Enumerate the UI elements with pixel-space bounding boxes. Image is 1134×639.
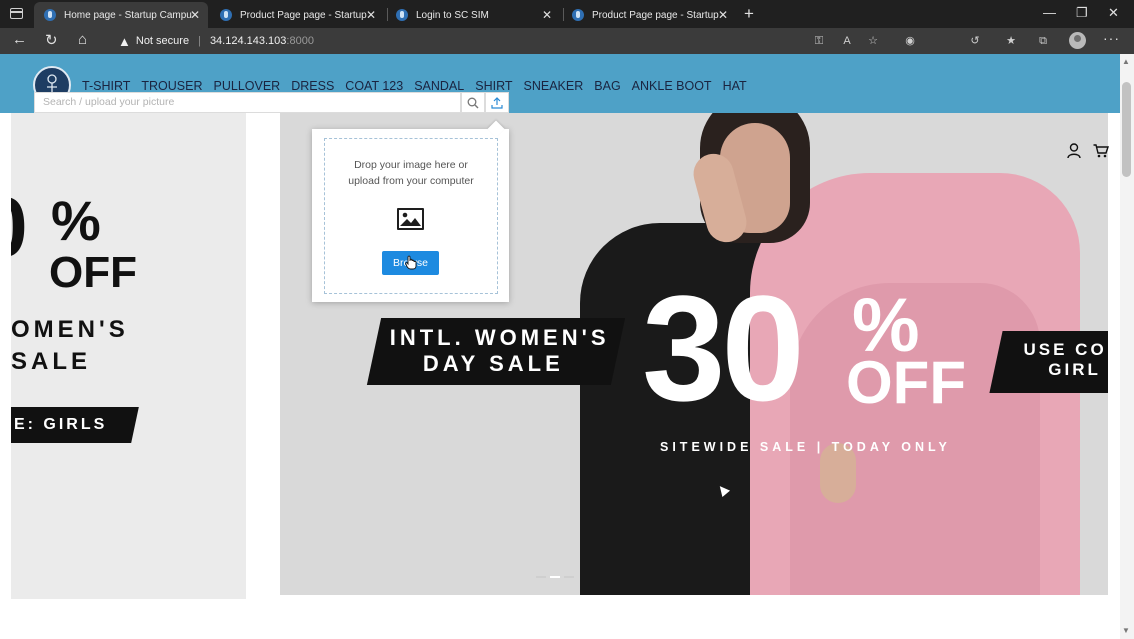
image-placeholder-icon (397, 208, 424, 230)
tab-close-icon[interactable]: ✕ (542, 8, 552, 22)
window-close-icon[interactable]: ✕ (1108, 5, 1119, 21)
nav-item-dress[interactable]: DRESS (291, 79, 334, 93)
profile-avatar-icon[interactable] (1069, 32, 1086, 49)
tab-close-icon[interactable]: ✕ (718, 8, 728, 22)
new-tab-icon[interactable]: + (744, 4, 754, 24)
discount-off-label: OFF (846, 349, 966, 416)
tab-title: Product Page page - Startup Ca (240, 9, 368, 21)
promo-code-tag: USE CO GIRL (989, 331, 1108, 393)
sale-tag-line1: INTL. WOMEN'S (389, 325, 610, 350)
nav-item-trouser[interactable]: TROUSER (141, 79, 202, 93)
tab-close-icon[interactable]: ✕ (366, 8, 376, 22)
tab-title: Home page - Startup Campus e (64, 9, 192, 21)
nav-item-hat[interactable]: HAT (723, 79, 747, 93)
tab-title: Product Page page - Startup Ca (592, 9, 720, 21)
minimize-icon[interactable]: — (1043, 5, 1056, 20)
favorites-icon[interactable]: ★ (1004, 34, 1018, 48)
nav-item-coat[interactable]: COAT 123 (345, 79, 403, 93)
tab-actions-icon[interactable] (10, 8, 23, 19)
nav-item-t-shirt[interactable]: T-SHIRT (82, 79, 130, 93)
scroll-up-icon[interactable]: ▲ (1122, 57, 1130, 66)
sitewide-sale-text: SITEWIDE SALE | TODAY ONLY (660, 440, 951, 454)
site-favicon-icon (396, 9, 408, 21)
add-favorite-icon[interactable]: ☆ (866, 34, 880, 48)
hero-left-percent-number: 0 (11, 185, 28, 269)
restore-icon[interactable]: ❐ (1076, 5, 1088, 21)
back-icon[interactable]: ← (12, 31, 27, 48)
upload-icon (491, 96, 503, 109)
hero-left-line1: OMEN'S (11, 316, 129, 343)
hero-left-line2: SALE (11, 348, 92, 375)
category-nav: T-SHIRT TROUSER PULLOVER DRESS COAT 123 … (82, 79, 747, 93)
promo-code-line1: USE CO (1023, 340, 1107, 359)
hero-slide-previous: 0 % OFF OMEN'S SALE E: GIRLS (11, 113, 246, 599)
home-icon[interactable]: ⌂ (78, 31, 87, 48)
browser-tab-strip: Home page - Startup Campus e ✕ Product P… (0, 0, 1134, 28)
tab-title: Login to SC SIM (416, 9, 489, 21)
upload-image-button[interactable] (485, 92, 509, 113)
nav-item-pullover[interactable]: PULLOVER (214, 79, 281, 93)
hero-left-percent-sign: % (51, 189, 101, 252)
scrollbar-thumb[interactable] (1122, 82, 1131, 177)
shopping-cart-icon[interactable] (1093, 144, 1109, 158)
tab-close-icon[interactable]: ✕ (190, 8, 200, 22)
warning-icon[interactable]: ▲ (118, 34, 131, 49)
drop-instructions: Drop your image here or upload from your… (324, 157, 498, 189)
nav-item-sandal[interactable]: SANDAL (414, 79, 464, 93)
sale-tag-line2: DAY SALE (422, 351, 564, 376)
password-key-icon[interactable]: ⚿ (812, 34, 826, 48)
collections-icon[interactable]: ⧉ (1036, 34, 1050, 48)
promo-code-line2: GIRL (1048, 360, 1101, 379)
scroll-down-icon[interactable]: ▼ (1122, 626, 1130, 635)
browser-toolbar: ← ↻ ⌂ ▲ Not secure | 34.124.143.103:8000… (0, 28, 1134, 54)
nav-item-ankle-boot[interactable]: ANKLE BOOT (632, 79, 712, 93)
hero-left-code-text: E: GIRLS (13, 416, 108, 433)
more-menu-icon[interactable]: ··· (1103, 30, 1120, 46)
site-favicon-icon (220, 9, 232, 21)
reload-icon[interactable]: ↻ (45, 31, 58, 49)
user-account-icon[interactable] (1067, 143, 1081, 159)
tab-home-page[interactable]: Home page - Startup Campus e ✕ (34, 2, 208, 28)
carousel-dot-active[interactable] (550, 576, 560, 578)
tab-login[interactable]: Login to SC SIM ✕ (386, 2, 560, 28)
search-button[interactable] (461, 92, 485, 113)
search-box (34, 92, 461, 113)
site-favicon-icon (572, 9, 584, 21)
drop-instructions-line2: upload from your computer (348, 175, 474, 187)
refresh-extension-icon[interactable]: ↺ (968, 34, 982, 48)
carousel-dot[interactable] (536, 576, 546, 578)
nav-item-shirt[interactable]: SHIRT (475, 79, 512, 93)
address-divider: | (198, 35, 201, 47)
sale-tag: INTL. WOMEN'S DAY SALE (366, 318, 626, 385)
security-label[interactable]: Not secure (136, 35, 189, 47)
hero-left-off: OFF (49, 248, 137, 297)
read-aloud-icon[interactable]: A (840, 34, 854, 48)
extension-icon[interactable]: ◉ (903, 34, 917, 48)
carousel-indicators (536, 576, 574, 578)
nav-item-bag[interactable]: BAG (594, 79, 620, 93)
url-host: 34.124.143.103 (209, 35, 287, 47)
hero-left-code-tag: E: GIRLS (11, 407, 139, 443)
carousel-dot[interactable] (564, 576, 574, 578)
search-input[interactable] (43, 96, 460, 108)
tab-product-page-2[interactable]: Product Page page - Startup Ca ✕ (562, 2, 736, 28)
pointer-cursor-icon (405, 255, 417, 270)
url-port: :8000 (286, 35, 314, 47)
search-icon (467, 97, 479, 108)
drop-instructions-line1: Drop your image here or (354, 159, 468, 171)
page-bottom-area (0, 599, 1120, 639)
nav-item-sneaker[interactable]: SNEAKER (524, 79, 584, 93)
discount-number: 30 (642, 264, 805, 432)
site-header: T-SHIRT TROUSER PULLOVER DRESS COAT 123 … (0, 54, 1120, 113)
site-favicon-icon (44, 9, 56, 21)
tab-product-page[interactable]: Product Page page - Startup Ca ✕ (210, 2, 384, 28)
